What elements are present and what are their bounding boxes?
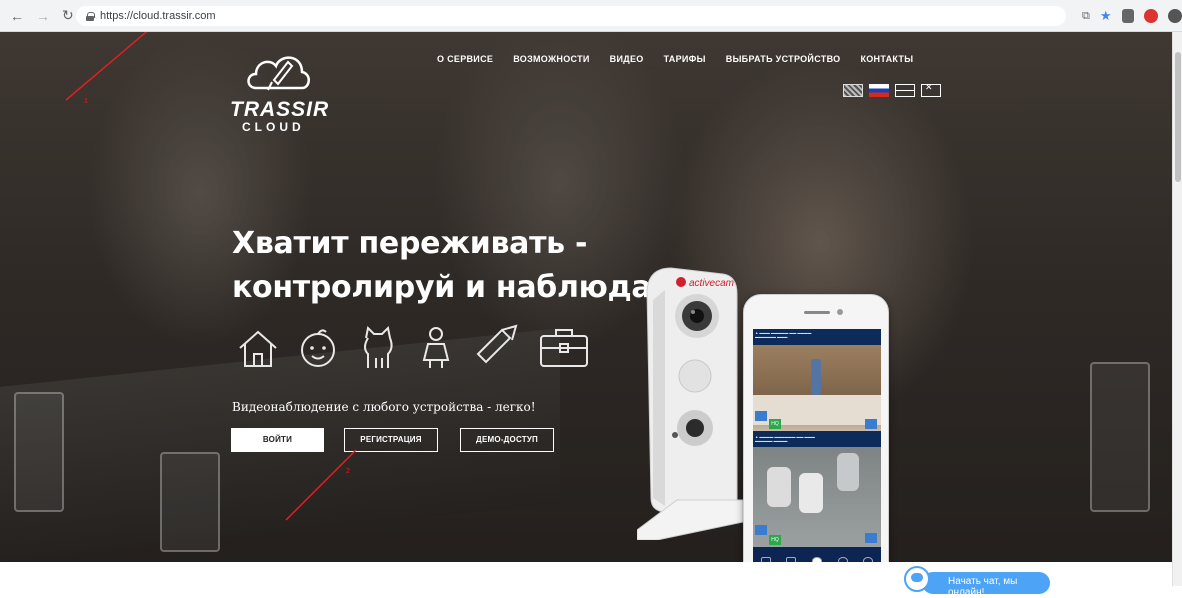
chat-button[interactable]: Начать чат, мы онлайн!	[922, 572, 1050, 598]
logo-wordmark: TRASSIR	[230, 98, 330, 121]
window-close-icon[interactable]	[921, 82, 941, 97]
hero-headline: Хватит переживать - контролируй и наблюд…	[232, 222, 686, 310]
hero-section: TRASSIR CLOUD О СЕРВИСЕ ВОЗМОЖНОСТИ ВИДЕ…	[0, 32, 1172, 562]
address-url: https://cloud.trassir.com	[100, 10, 216, 22]
baby-icon	[301, 329, 335, 367]
login-button[interactable]: ВОЙТИ	[231, 428, 324, 452]
red-extension-icon[interactable]	[1143, 9, 1158, 23]
menu-item-choose-device[interactable]: ВЫБРАТЬ УСТРОЙСТВО	[726, 54, 841, 64]
tool-icon	[476, 324, 518, 364]
glass-decoration	[160, 452, 220, 552]
house-icon	[239, 330, 277, 367]
reload-icon[interactable]: ↻	[62, 7, 74, 24]
english-flag-icon[interactable]	[843, 84, 863, 97]
briefcase-icon	[540, 329, 588, 367]
trassir-cloud-logo[interactable]: TRASSIR CLOUD	[230, 44, 330, 134]
activecam-camera-image: activecam	[637, 267, 744, 540]
chat-button-label: Начать чат, мы онлайн!	[948, 576, 1018, 598]
scrollbar-thumb[interactable]	[1175, 52, 1181, 182]
shield-extension-icon[interactable]	[1121, 9, 1134, 23]
forward-arrow-icon[interactable]: →	[36, 8, 50, 24]
cloud-rocket-icon	[247, 56, 310, 91]
extension-toolbar: ⧉ ★ ⋮	[1082, 7, 1182, 25]
camera-brand-label: activecam	[689, 278, 734, 289]
annotation-number-1: 1	[84, 98, 88, 105]
bookmark-star-icon[interactable]: ★	[1100, 8, 1112, 24]
feed-header: ▲ ▬▬▬▬ ▬▬▬▬▬▬ ▬▬ ▬▬▬ ▬▬▬▬▬ ▬▬▬▬	[753, 433, 881, 447]
browser-toolbar: ← → ↻ https://cloud.trassir.com ⧉ ★ ⋮	[0, 0, 1182, 32]
menu-item-features[interactable]: ВОЗМОЖНОСТИ	[513, 54, 589, 64]
phone-front-camera	[837, 309, 843, 315]
glass-decoration	[14, 392, 64, 512]
headline-line-1: Хватит переживать -	[232, 226, 588, 261]
camera-feed-bedroom: HQ	[753, 345, 881, 431]
russian-flag-icon[interactable]	[869, 84, 889, 97]
camera-feed-parking: HQ	[753, 447, 881, 547]
language-switcher	[843, 82, 941, 97]
glass-decoration	[1090, 362, 1150, 512]
smartphone-image: ▲ ▬▬▬ ▬▬▬▬▬ ▬▬ ▬▬▬▬ ▬▬▬▬▬▬ ▬▬▬ HQ ▲ ▬▬▬▬ …	[743, 294, 889, 562]
menu-item-contacts[interactable]: КОНТАКТЫ	[860, 54, 913, 64]
layout-toggle-icon[interactable]	[895, 84, 915, 97]
feed-header: ▲ ▬▬▬ ▬▬▬▬▬ ▬▬ ▬▬▬▬ ▬▬▬▬▬▬ ▬▬▬	[753, 329, 881, 343]
hero-tagline: Видеонаблюдение с любого устройства - ле…	[232, 400, 536, 414]
phone-screen: ▲ ▬▬▬ ▬▬▬▬▬ ▬▬ ▬▬▬▬ ▬▬▬▬▬▬ ▬▬▬ HQ ▲ ▬▬▬▬ …	[753, 329, 881, 562]
menu-item-about[interactable]: О СЕРВИСЕ	[437, 54, 493, 64]
phone-speaker	[804, 311, 830, 314]
register-button[interactable]: РЕГИСТРАЦИЯ	[344, 428, 438, 452]
phone-tab-bar	[753, 547, 881, 562]
chat-bubble-icon[interactable]	[904, 566, 930, 592]
page-scrollbar[interactable]	[1172, 32, 1182, 586]
demo-access-button[interactable]: ДЕМО-ДОСТУП	[460, 428, 554, 452]
nanny-icon	[422, 327, 450, 368]
annotation-number-2: 2	[346, 468, 350, 475]
back-arrow-icon[interactable]: ←	[10, 8, 24, 24]
lock-icon	[86, 11, 95, 21]
cat-icon	[364, 325, 393, 368]
logo-subtitle: CLOUD	[242, 120, 305, 134]
menu-item-video[interactable]: ВИДЕО	[610, 54, 644, 64]
headline-line-2: контролируй и наблюдай!	[232, 270, 686, 305]
user-extension-icon[interactable]	[1167, 9, 1182, 23]
use-case-icons	[236, 324, 590, 370]
translate-icon[interactable]: ⧉	[1082, 10, 1090, 23]
menu-item-tariffs[interactable]: ТАРИФЫ	[664, 54, 706, 64]
main-menu: О СЕРВИСЕ ВОЗМОЖНОСТИ ВИДЕО ТАРИФЫ ВЫБРА…	[437, 54, 933, 64]
address-bar[interactable]: https://cloud.trassir.com	[76, 6, 1066, 26]
